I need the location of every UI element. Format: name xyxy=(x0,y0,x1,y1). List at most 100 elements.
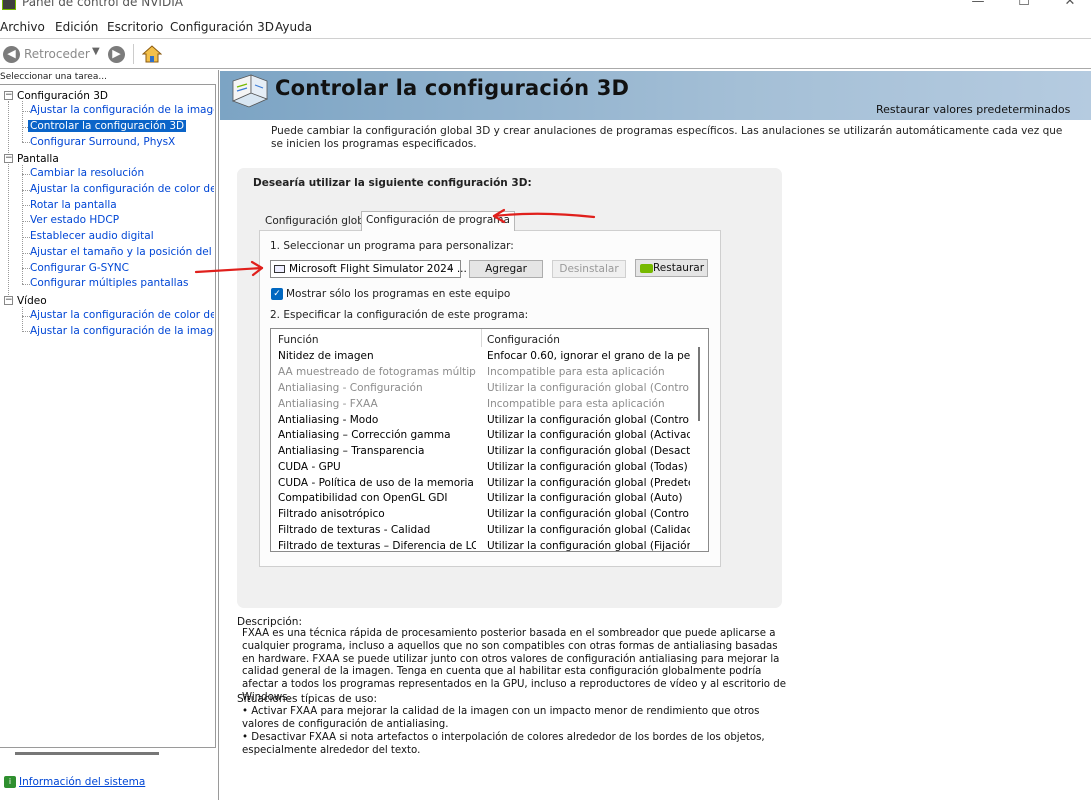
tree-line xyxy=(22,165,23,284)
back-arrow-icon[interactable]: ◀ xyxy=(3,46,20,63)
panel-heading: Desearía utilizar la siguiente configura… xyxy=(253,177,532,189)
sidebar-item-controlar-3d[interactable]: Controlar la configuración 3D xyxy=(28,120,187,132)
title-bar: Panel de control de NVIDIA — ☐ ✕ xyxy=(0,0,1091,14)
step2-label: 2. Especificar la configuración de este … xyxy=(270,309,529,321)
table-row-setting[interactable]: Utilizar la configuración global (Contro… xyxy=(487,414,690,426)
maximize-button[interactable]: ☐ xyxy=(1001,0,1047,14)
collapse-icon[interactable]: − xyxy=(4,154,13,163)
table-row-setting[interactable]: Utilizar la configuración global (Contro… xyxy=(487,382,690,394)
collapse-icon[interactable]: − xyxy=(4,296,13,305)
menu-archivo[interactable]: Archivo xyxy=(0,20,45,34)
tree-branch xyxy=(22,190,30,191)
sidebar-item-rotar[interactable]: Rotar la pantalla xyxy=(30,199,117,211)
minimize-button[interactable]: — xyxy=(955,0,1001,14)
table-row-feature[interactable]: AA muestreado de fotogramas múltiples ..… xyxy=(278,366,476,378)
red-arrow-annotation xyxy=(492,208,596,224)
back-button-label[interactable]: Retroceder xyxy=(24,47,90,61)
tree-branch xyxy=(22,331,30,332)
sidebar-item-ajustar-imagen[interactable]: Ajustar la configuración de la imagen co… xyxy=(30,104,214,116)
uninstall-button[interactable]: Desinstalar xyxy=(552,260,626,278)
table-row-setting[interactable]: Utilizar la configuración global (Calida… xyxy=(487,524,690,536)
menu-escritorio[interactable]: Escritorio xyxy=(107,20,163,34)
system-info-icon[interactable]: i xyxy=(4,776,16,788)
sidebar-item-resolucion[interactable]: Cambiar la resolución xyxy=(30,167,144,179)
show-installed-label[interactable]: Mostrar sólo los programas en este equip… xyxy=(286,288,510,300)
toolbar: ◀ Retroceder ▼ ▶ xyxy=(0,38,1091,69)
sidebar-item-tamano-posicion[interactable]: Ajustar el tamaño y la posición del escr… xyxy=(30,246,214,258)
tree-category-video[interactable]: Vídeo xyxy=(17,295,47,307)
program-icon xyxy=(274,265,285,273)
table-row-feature[interactable]: Antialiasing – Transparencia xyxy=(278,445,476,457)
column-separator xyxy=(481,329,482,347)
tree-branch xyxy=(22,268,30,269)
table-row-setting[interactable]: Utilizar la configuración global (Contro… xyxy=(487,508,690,520)
show-installed-checkbox[interactable]: ✓ xyxy=(271,288,283,300)
sidebar-item-surround-physx[interactable]: Configurar Surround, PhysX xyxy=(30,136,175,148)
home-icon[interactable] xyxy=(142,44,162,64)
menu-edicion[interactable]: Edición xyxy=(55,20,98,34)
description-title: Descripción: xyxy=(237,616,302,628)
add-button[interactable]: Agregar xyxy=(469,260,543,278)
column-header-setting[interactable]: Configuración xyxy=(487,334,560,346)
table-row-setting[interactable]: Utilizar la configuración global (Activa… xyxy=(487,429,690,441)
tree-branch xyxy=(22,237,30,238)
sidebar-item-imagen-video[interactable]: Ajustar la configuración de la imagen de… xyxy=(30,325,214,337)
table-row-setting[interactable]: Incompatible para esta aplicación xyxy=(487,398,690,410)
tree-category-pantalla[interactable]: Pantalla xyxy=(17,153,59,165)
sidebar-item-hdcp[interactable]: Ver estado HDCP xyxy=(30,214,119,226)
tree-line xyxy=(8,101,9,301)
sidebar-item-audio[interactable]: Establecer audio digital xyxy=(30,230,154,242)
column-header-function[interactable]: Función xyxy=(278,334,319,346)
table-row-setting[interactable]: Utilizar la configuración global (Todas) xyxy=(487,461,690,473)
menu-ayuda[interactable]: Ayuda xyxy=(275,20,312,34)
tree-branch xyxy=(22,284,30,285)
nvidia-app-icon xyxy=(2,0,16,10)
tree-category-3d[interactable]: Configuración 3D xyxy=(17,90,108,102)
usage-item: • Activar FXAA para mejorar la calidad d… xyxy=(242,706,760,730)
table-row-setting[interactable]: Enfocar 0.60, ignorar el grano de la pel… xyxy=(487,350,690,362)
collapse-icon[interactable]: − xyxy=(4,91,13,100)
menu-configuracion-3d[interactable]: Configuración 3D xyxy=(170,20,274,34)
table-row-setting[interactable]: Utilizar la configuración global (Fijaci… xyxy=(487,540,690,551)
menu-bar: Archivo Edición Escritorio Configuración… xyxy=(0,17,1091,37)
chevron-down-icon: ⌄ xyxy=(446,262,455,273)
sidebar-item-gsync[interactable]: Configurar G-SYNC xyxy=(30,262,129,274)
system-info-link[interactable]: Información del sistema xyxy=(19,776,145,788)
restore-defaults-link[interactable]: Restaurar valores predeterminados xyxy=(876,103,1070,116)
red-arrow-annotation xyxy=(194,260,264,277)
table-row-feature[interactable]: Filtrado de texturas – Diferencia de LOD… xyxy=(278,540,476,551)
table-row-feature[interactable]: Filtrado de texturas - Calidad xyxy=(278,524,476,536)
table-row-setting[interactable]: Utilizar la configuración global (Desact… xyxy=(487,445,690,457)
table-row-feature[interactable]: Antialiasing - FXAA xyxy=(278,398,476,410)
table-row-feature[interactable]: CUDA - Política de uso de la memoria del… xyxy=(278,477,476,489)
horizontal-scrollbar[interactable] xyxy=(15,752,159,755)
settings-table: Función Configuración Nitidez de imagen … xyxy=(270,328,709,552)
page-title: Controlar la configuración 3D xyxy=(275,76,630,100)
sidebar-item-color-video[interactable]: Ajustar la configuración de color del ví… xyxy=(30,309,214,321)
table-row-setting[interactable]: Utilizar la configuración global (Predet… xyxy=(487,477,690,489)
3d-settings-icon xyxy=(231,74,269,108)
tab-global-settings[interactable]: Configuración global xyxy=(261,213,377,232)
vertical-scrollbar[interactable] xyxy=(698,347,700,421)
tree-branch xyxy=(22,316,30,317)
forward-arrow-icon[interactable]: ▶ xyxy=(108,46,125,63)
back-dropdown-icon[interactable]: ▼ xyxy=(92,46,100,57)
table-row-setting[interactable]: Utilizar la configuración global (Auto) xyxy=(487,492,690,504)
table-row-feature[interactable]: CUDA - GPU xyxy=(278,461,476,473)
table-row-feature[interactable]: Antialiasing - Modo xyxy=(278,414,476,426)
tree-branch xyxy=(22,111,30,112)
intro-text: Puede cambiar la configuración global 3D… xyxy=(271,125,1063,150)
table-row-feature[interactable]: Antialiasing – Corrección gamma xyxy=(278,429,476,441)
task-label: Seleccionar una tarea... xyxy=(0,72,107,82)
table-row-feature[interactable]: Filtrado anisotrópico xyxy=(278,508,476,520)
table-row-feature[interactable]: Antialiasing - Configuración xyxy=(278,382,476,394)
sidebar-item-color-escritorio[interactable]: Ajustar la configuración de color del es… xyxy=(30,183,214,195)
table-row-feature[interactable]: Nitidez de imagen xyxy=(278,350,476,362)
tree-branch xyxy=(22,174,30,175)
sidebar-item-multiples-pantallas[interactable]: Configurar múltiples pantallas xyxy=(30,277,188,289)
table-row-setting[interactable]: Incompatible para esta aplicación xyxy=(487,366,690,378)
table-row-feature[interactable]: Compatibilidad con OpenGL GDI xyxy=(278,492,476,504)
program-select[interactable]: Microsoft Flight Simulator 2024 ... ⌄ xyxy=(270,260,467,278)
step1-label: 1. Seleccionar un programa para personal… xyxy=(270,240,514,252)
close-button[interactable]: ✕ xyxy=(1047,0,1091,14)
